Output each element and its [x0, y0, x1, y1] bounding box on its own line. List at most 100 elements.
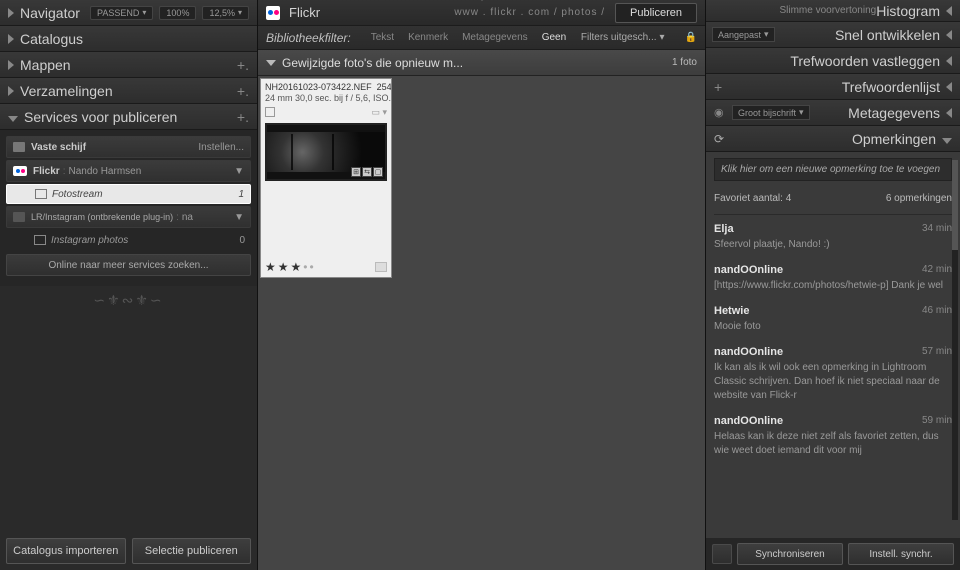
thumb-dims: 2542... — [377, 82, 391, 92]
flickr-label: Flickr — [33, 166, 60, 177]
chevron-right-icon — [8, 34, 14, 44]
comment-body: Mooie foto — [714, 320, 952, 334]
catalog-header[interactable]: Catalogus — [0, 26, 257, 52]
eye-icon[interactable]: ◉ — [714, 106, 724, 119]
keywording-header[interactable]: Trefwoorden vastleggen — [706, 48, 960, 74]
refresh-icon[interactable]: ⟳ — [714, 132, 724, 146]
comment-body: [https://www.flickr.com/photos/hetwie-p]… — [714, 279, 952, 293]
collection-count: 1 foto — [672, 57, 697, 68]
filter-preset-select[interactable]: Filters uitgesch...▾ — [581, 32, 665, 43]
comment-item[interactable]: Hetwie46 minMooie foto — [714, 305, 952, 334]
flickr-user: Nando Harmsen — [68, 166, 141, 177]
publish-flickr-row[interactable]: Flickr : Nando Harmsen ▼ — [6, 160, 251, 182]
publish-title: Services voor publiceren — [24, 109, 237, 125]
zoom2-chip[interactable]: 12,5%▾ — [202, 6, 249, 20]
metadata-header[interactable]: ◉ Groot bijschrift▾ Metagegevens — [706, 100, 960, 126]
comment-input[interactable]: Klik hier om een nieuwe opmerking toe te… — [714, 158, 952, 181]
thumb-filename: NH20161023-073422.NEF — [265, 82, 372, 92]
flag-icon[interactable] — [265, 107, 275, 117]
zoom1-chip[interactable]: 100% — [159, 6, 196, 20]
thumb-preview[interactable]: ⊞ ⇆ ▢ — [265, 123, 387, 181]
dropdown-icon[interactable]: ▼ — [234, 166, 244, 177]
scrollbar[interactable] — [952, 160, 958, 520]
publish-instagram-row[interactable]: LR/Instagram (ontbrekende plug-in) : na … — [6, 206, 251, 228]
keyword-list-header[interactable]: + Trefwoordenlijst — [706, 74, 960, 100]
chevron-left-icon — [946, 108, 952, 118]
comment-time: 46 min — [922, 305, 952, 317]
star-icon[interactable]: ★ — [291, 260, 302, 274]
quick-dev-chip[interactable]: Aangepast▾ — [712, 27, 775, 42]
comment-body: Helaas kan ik deze niet zelf als favorie… — [714, 430, 952, 458]
filter-none[interactable]: Geen — [542, 32, 566, 43]
sync-settings-button[interactable]: Instell. synchr. — [848, 543, 954, 565]
plus-icon[interactable]: +. — [237, 109, 249, 125]
find-services-button[interactable]: Online naar meer services zoeken... — [6, 254, 251, 276]
prev-button[interactable] — [712, 544, 732, 564]
thumb-menu-icon[interactable]: ▭ ▾ — [371, 107, 387, 118]
scrollbar-thumb[interactable] — [952, 160, 958, 250]
folders-header[interactable]: Mappen +. — [0, 52, 257, 78]
lock-icon[interactable]: 🔒 — [685, 32, 697, 43]
comment-item[interactable]: nandOOnline59 minHelaas kan ik deze niet… — [714, 415, 952, 458]
instagram-label: LR/Instagram (ontbrekende plug-in) — [31, 212, 173, 222]
thumb-image — [267, 132, 385, 172]
fit-chip[interactable]: PASSEND▾ — [90, 6, 153, 20]
publish-header[interactable]: Services voor publiceren +. — [0, 104, 257, 130]
plus-icon[interactable]: +. — [237, 83, 249, 99]
grid-area[interactable]: NH20161023-073422.NEF 2542... 24 mm 30,0… — [258, 76, 705, 570]
comment-time: 57 min — [922, 346, 952, 358]
filter-attribute[interactable]: Kenmerk — [408, 32, 448, 43]
comment-item[interactable]: Elja34 minSfeervol plaatje, Nando! :) — [714, 223, 952, 252]
chevron-left-icon — [946, 30, 952, 40]
comment-item[interactable]: nandOOnline 42 min [https://www.flickr.com… — [714, 264, 952, 293]
star-icon[interactable]: ★ — [265, 260, 276, 274]
instagram-photos-item[interactable]: Instagram photos 0 — [6, 230, 251, 250]
color-label-swatch[interactable] — [375, 262, 387, 272]
comment-author: Elja — [714, 223, 734, 235]
photostream-label: Fotostream — [52, 189, 103, 200]
collection-bar[interactable]: Gewijzigde foto's die opnieuw m... 1 fot… — [258, 50, 705, 76]
publish-hdd-row[interactable]: Vaste schijf Instellen... — [6, 136, 251, 158]
star-empty-icon[interactable]: • — [310, 260, 314, 274]
chevron-left-icon — [946, 82, 952, 92]
badge-icon[interactable]: ⊞ — [351, 167, 361, 177]
collection-title: Gewijzigde foto's die opnieuw m... — [282, 56, 463, 70]
dropdown-icon[interactable]: ▼ — [234, 212, 244, 223]
plus-icon[interactable]: + — [714, 79, 722, 95]
collections-header[interactable]: Verzamelingen +. — [0, 78, 257, 104]
publish-button[interactable]: Publiceren — [615, 3, 697, 23]
comment-author: nandOOnline — [714, 264, 783, 276]
comment-item[interactable]: nandOOnline57 minIk kan als ik wil ook e… — [714, 346, 952, 403]
navigator-title: Navigator — [20, 5, 90, 21]
navigator-header[interactable]: Navigator PASSEND▾ 100% 12,5%▾ — [0, 0, 257, 26]
photostream-item[interactable]: Fotostream 1 — [6, 184, 251, 204]
import-catalog-button[interactable]: Catalogus importeren — [6, 538, 126, 564]
keywording-title: Trefwoorden vastleggen — [714, 53, 940, 69]
smart-preview-header[interactable]: Slimme voorvertoning Histogram — [706, 0, 960, 22]
quick-develop-header[interactable]: Aangepast▾ Snel ontwikkelen — [706, 22, 960, 48]
publish-selection-button[interactable]: Selectie publiceren — [132, 538, 252, 564]
star-icon[interactable]: ★ — [278, 260, 289, 274]
thumb-exif: 24 mm 30,0 sec. bij f / 5,6, ISO... — [261, 92, 391, 105]
instagram-photos-label: Instagram photos — [51, 235, 128, 246]
star-empty-icon[interactable]: • — [303, 260, 307, 274]
flickr-url[interactable]: www . flickr . com / photos / — [454, 7, 605, 18]
comment-body: Sfeervol plaatje, Nando! :) — [714, 238, 952, 252]
smart-preview-title: Slimme voorvertoning — [714, 5, 876, 16]
filter-metadata[interactable]: Metagegevens — [462, 32, 528, 43]
badge-icon[interactable]: ▢ — [373, 167, 383, 177]
hdd-action[interactable]: Instellen... — [198, 142, 244, 153]
right-panel: Slimme voorvertoning Histogram Aangepast… — [706, 0, 960, 570]
plus-icon[interactable]: +. — [237, 57, 249, 73]
metadata-chip[interactable]: Groot bijschrift▾ — [732, 105, 810, 120]
thumb-rating[interactable]: ★ ★ ★ • • — [261, 257, 391, 277]
badge-icon[interactable]: ⇆ — [362, 167, 372, 177]
filter-text[interactable]: Tekst — [371, 32, 394, 43]
comment-body: Ik kan als ik wil ook een opmerking in L… — [714, 361, 952, 403]
comment-time: 42 min — [922, 264, 952, 276]
comments-title: Opmerkingen — [714, 131, 936, 147]
thumbnail-card[interactable]: NH20161023-073422.NEF 2542... 24 mm 30,0… — [260, 78, 392, 278]
sync-button[interactable]: Synchroniseren — [737, 543, 843, 565]
comments-header[interactable]: ⟳ Opmerkingen — [706, 126, 960, 152]
panel-handle-icon[interactable] — [476, 0, 488, 1]
